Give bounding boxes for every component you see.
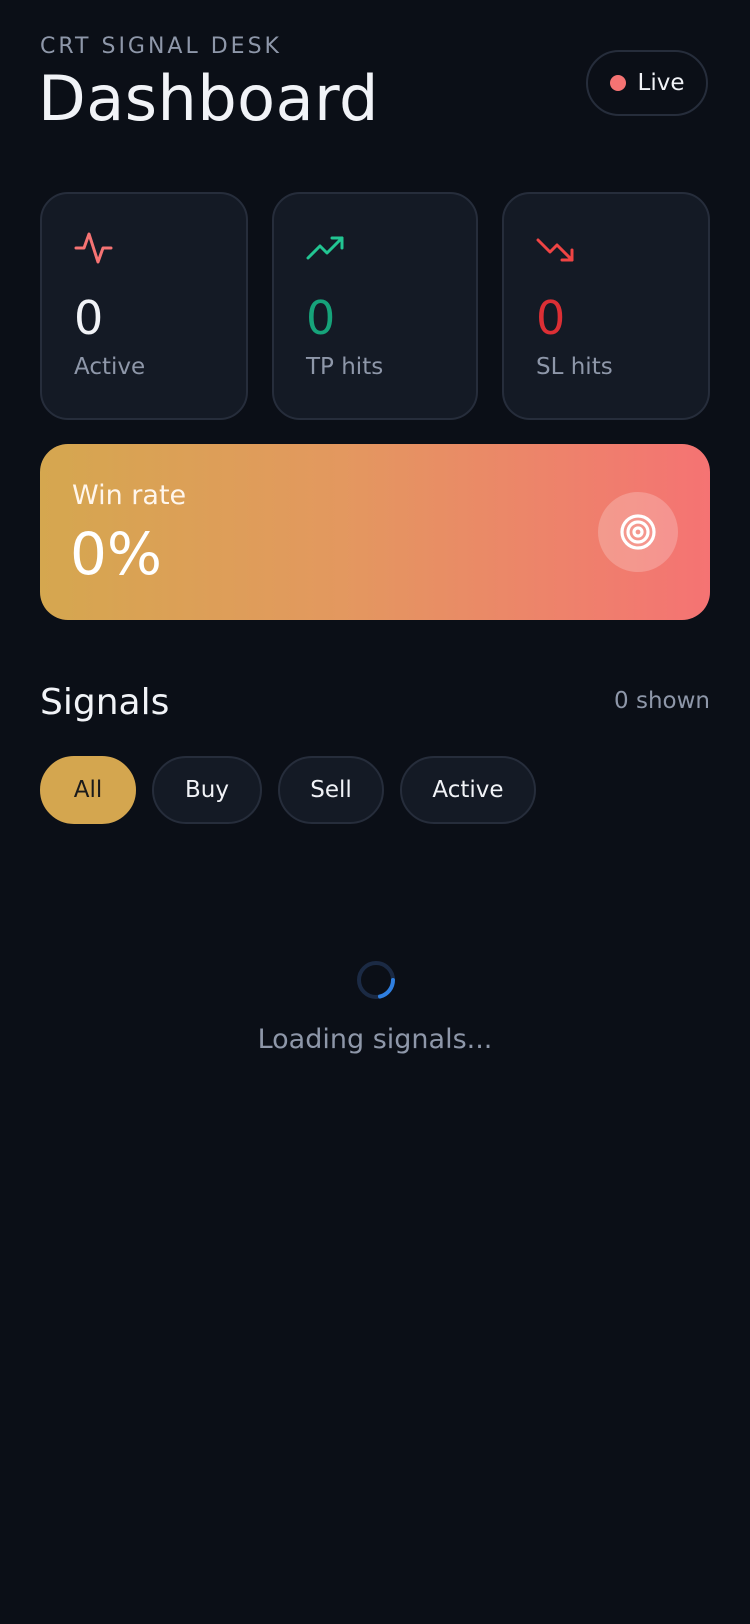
app-eyebrow: CRT SIGNAL DESK [40, 34, 282, 59]
win-rate-label: Win rate [72, 480, 187, 511]
filter-chip-all[interactable]: All [40, 756, 136, 824]
filter-chip-sell[interactable]: Sell [278, 756, 384, 824]
signals-section-title: Signals [40, 682, 170, 723]
activity-icon [74, 232, 113, 264]
trending-up-icon [306, 236, 344, 260]
stat-card-active: 0 Active [40, 192, 248, 420]
stat-card-tp-hits: 0 TP hits [272, 192, 478, 420]
stat-label-tp-hits: TP hits [306, 354, 384, 380]
stat-value-active: 0 [74, 291, 104, 345]
stat-label-sl-hits: SL hits [536, 354, 613, 380]
target-icon [620, 514, 656, 550]
page-title: Dashboard [38, 62, 379, 135]
filter-chip-buy[interactable]: Buy [152, 756, 262, 824]
stat-card-sl-hits: 0 SL hits [502, 192, 710, 420]
dashboard-screen: CRT SIGNAL DESK Dashboard Live 0 Active … [0, 0, 750, 1624]
stat-value-tp-hits: 0 [306, 291, 336, 345]
signals-count: 0 shown [614, 688, 710, 714]
live-status-label: Live [637, 70, 685, 96]
live-dot-icon [609, 75, 626, 91]
live-status-pill[interactable]: Live [586, 50, 708, 116]
loading-spinner-icon [357, 961, 395, 999]
win-rate-badge [598, 492, 678, 572]
win-rate-value: 0% [70, 520, 163, 588]
stat-value-sl-hits: 0 [536, 291, 566, 345]
stat-label-active: Active [74, 354, 146, 380]
filter-chip-active[interactable]: Active [400, 756, 536, 824]
loading-signals-text: Loading signals... [257, 1024, 493, 1055]
win-rate-card: Win rate 0% [40, 444, 710, 620]
trending-down-icon [536, 238, 574, 262]
